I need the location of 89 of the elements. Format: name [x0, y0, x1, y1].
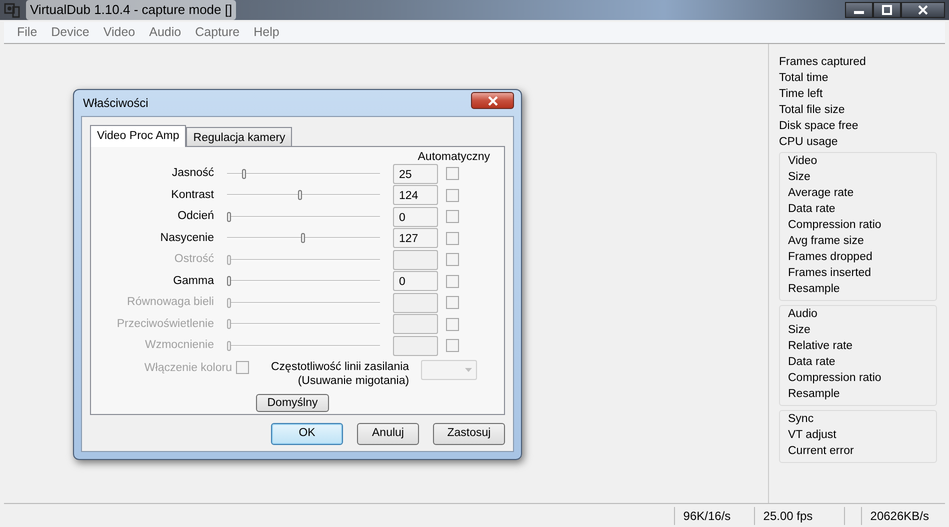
slider[interactable] — [227, 319, 380, 330]
stat-label: Disk space free — [779, 119, 860, 134]
stat-label: Frames captured — [779, 55, 867, 70]
field-label: (Usuwanie migotania) — [296, 374, 410, 388]
stat-label: Compression ratio — [788, 218, 882, 233]
slider[interactable] — [227, 276, 380, 286]
slider-label: Przeciwoświetlenie — [116, 316, 215, 332]
slider[interactable] — [227, 168, 380, 179]
menu-item[interactable]: Help — [246, 23, 286, 42]
slider[interactable] — [227, 298, 380, 308]
stat-label: VT adjust — [788, 428, 838, 443]
close-icon — [486, 96, 498, 106]
value-field[interactable] — [393, 292, 438, 313]
field-label: Częstotliwość linii zasilania — [271, 360, 410, 374]
slider-thumb[interactable] — [298, 190, 302, 200]
stat-label: Total file size — [779, 103, 846, 118]
stat-label: Frames inserted — [788, 266, 872, 281]
stat-label: Current error — [788, 444, 855, 459]
group-title: Sync — [788, 411, 814, 427]
tab[interactable]: Regulacja kamery — [186, 127, 292, 146]
stat-label: Size — [788, 170, 812, 185]
dialog-button[interactable]: OK — [271, 423, 343, 445]
slider-label: Ostrość — [173, 252, 215, 268]
value-field[interactable] — [393, 336, 438, 356]
slider[interactable] — [227, 212, 380, 222]
stat-label: Time left — [779, 87, 824, 102]
slider-thumb[interactable] — [300, 233, 304, 244]
stat-label: CPU usage — [779, 135, 839, 150]
minimize-button[interactable] — [845, 2, 873, 18]
menu-item[interactable]: File — [10, 23, 44, 42]
auto-checkbox[interactable] — [446, 232, 459, 245]
tab[interactable]: Video Proc Amp — [90, 125, 186, 147]
menu-item[interactable]: Device — [44, 23, 96, 42]
slider-thumb[interactable] — [227, 212, 231, 222]
slider-label: Jasność — [170, 166, 215, 182]
slider[interactable] — [227, 233, 380, 244]
stat-label: Frames dropped — [788, 250, 874, 265]
maximize-icon — [881, 5, 893, 15]
value-field[interactable] — [393, 250, 438, 270]
close-icon — [917, 5, 929, 15]
slider-label: Kontrast — [170, 188, 215, 203]
slider-label: Wzmocnienie — [144, 338, 215, 354]
stat-label: Relative rate — [788, 339, 854, 354]
slider[interactable] — [227, 340, 380, 351]
dialog-button[interactable]: Anuluj — [357, 423, 419, 445]
slider[interactable] — [227, 254, 380, 265]
stat-label: Size — [788, 323, 812, 338]
status-text: 25.00 fps — [754, 506, 844, 524]
value-field[interactable] — [393, 314, 438, 334]
dialog-button[interactable]: Zastosuj — [433, 423, 505, 445]
menu-item[interactable]: Capture — [188, 23, 247, 42]
stat-label: Total time — [779, 71, 830, 86]
close-button[interactable] — [471, 92, 514, 109]
default-button[interactable]: Domyślny — [256, 394, 329, 412]
stat-label: Avg frame size — [788, 234, 865, 249]
status-text: 20626KB/s — [861, 506, 937, 524]
slider-label: Równowaga bieli — [126, 295, 215, 310]
stat-label: Resample — [788, 387, 841, 402]
value-field[interactable]: 25 — [393, 164, 438, 184]
close-button[interactable] — [901, 2, 945, 18]
slider-label: Nasycenie — [159, 230, 215, 246]
auto-checkbox[interactable] — [446, 167, 459, 180]
stat-label: Data rate — [788, 355, 836, 370]
stat-label: Compression ratio — [788, 371, 882, 386]
window-title: VirtualDub 1.10.4 - capture mode [] — [26, 0, 236, 20]
checkbox-label: Włączenie koloru — [143, 360, 233, 376]
auto-checkbox[interactable] — [446, 188, 459, 202]
value-field[interactable]: 0 — [393, 271, 438, 292]
stat-label: Resample — [788, 282, 841, 297]
app-icon — [4, 2, 20, 18]
column-header: Automatyczny — [418, 151, 490, 163]
value-field[interactable]: 124 — [393, 185, 438, 206]
stat-label: Average rate — [788, 186, 855, 201]
auto-checkbox[interactable] — [446, 210, 459, 224]
slider-label: Odcień — [176, 209, 215, 224]
slider-label: Gamma — [172, 274, 215, 289]
stat-label: Data rate — [788, 202, 836, 217]
dialog-title: Właściwości — [83, 95, 148, 112]
menu-item[interactable]: Audio — [142, 23, 188, 42]
value-field[interactable]: 0 — [393, 206, 438, 227]
maximize-button[interactable] — [873, 2, 901, 18]
slider[interactable] — [227, 190, 380, 200]
dropdown-arrow-icon — [465, 368, 472, 372]
status-text: 96K/16/s — [674, 506, 754, 524]
value-field[interactable]: 127 — [393, 228, 438, 248]
auto-checkbox[interactable] — [446, 274, 459, 288]
slider-thumb[interactable] — [242, 168, 246, 179]
slider-thumb[interactable] — [227, 276, 231, 286]
menu-item[interactable]: Video — [96, 23, 142, 42]
